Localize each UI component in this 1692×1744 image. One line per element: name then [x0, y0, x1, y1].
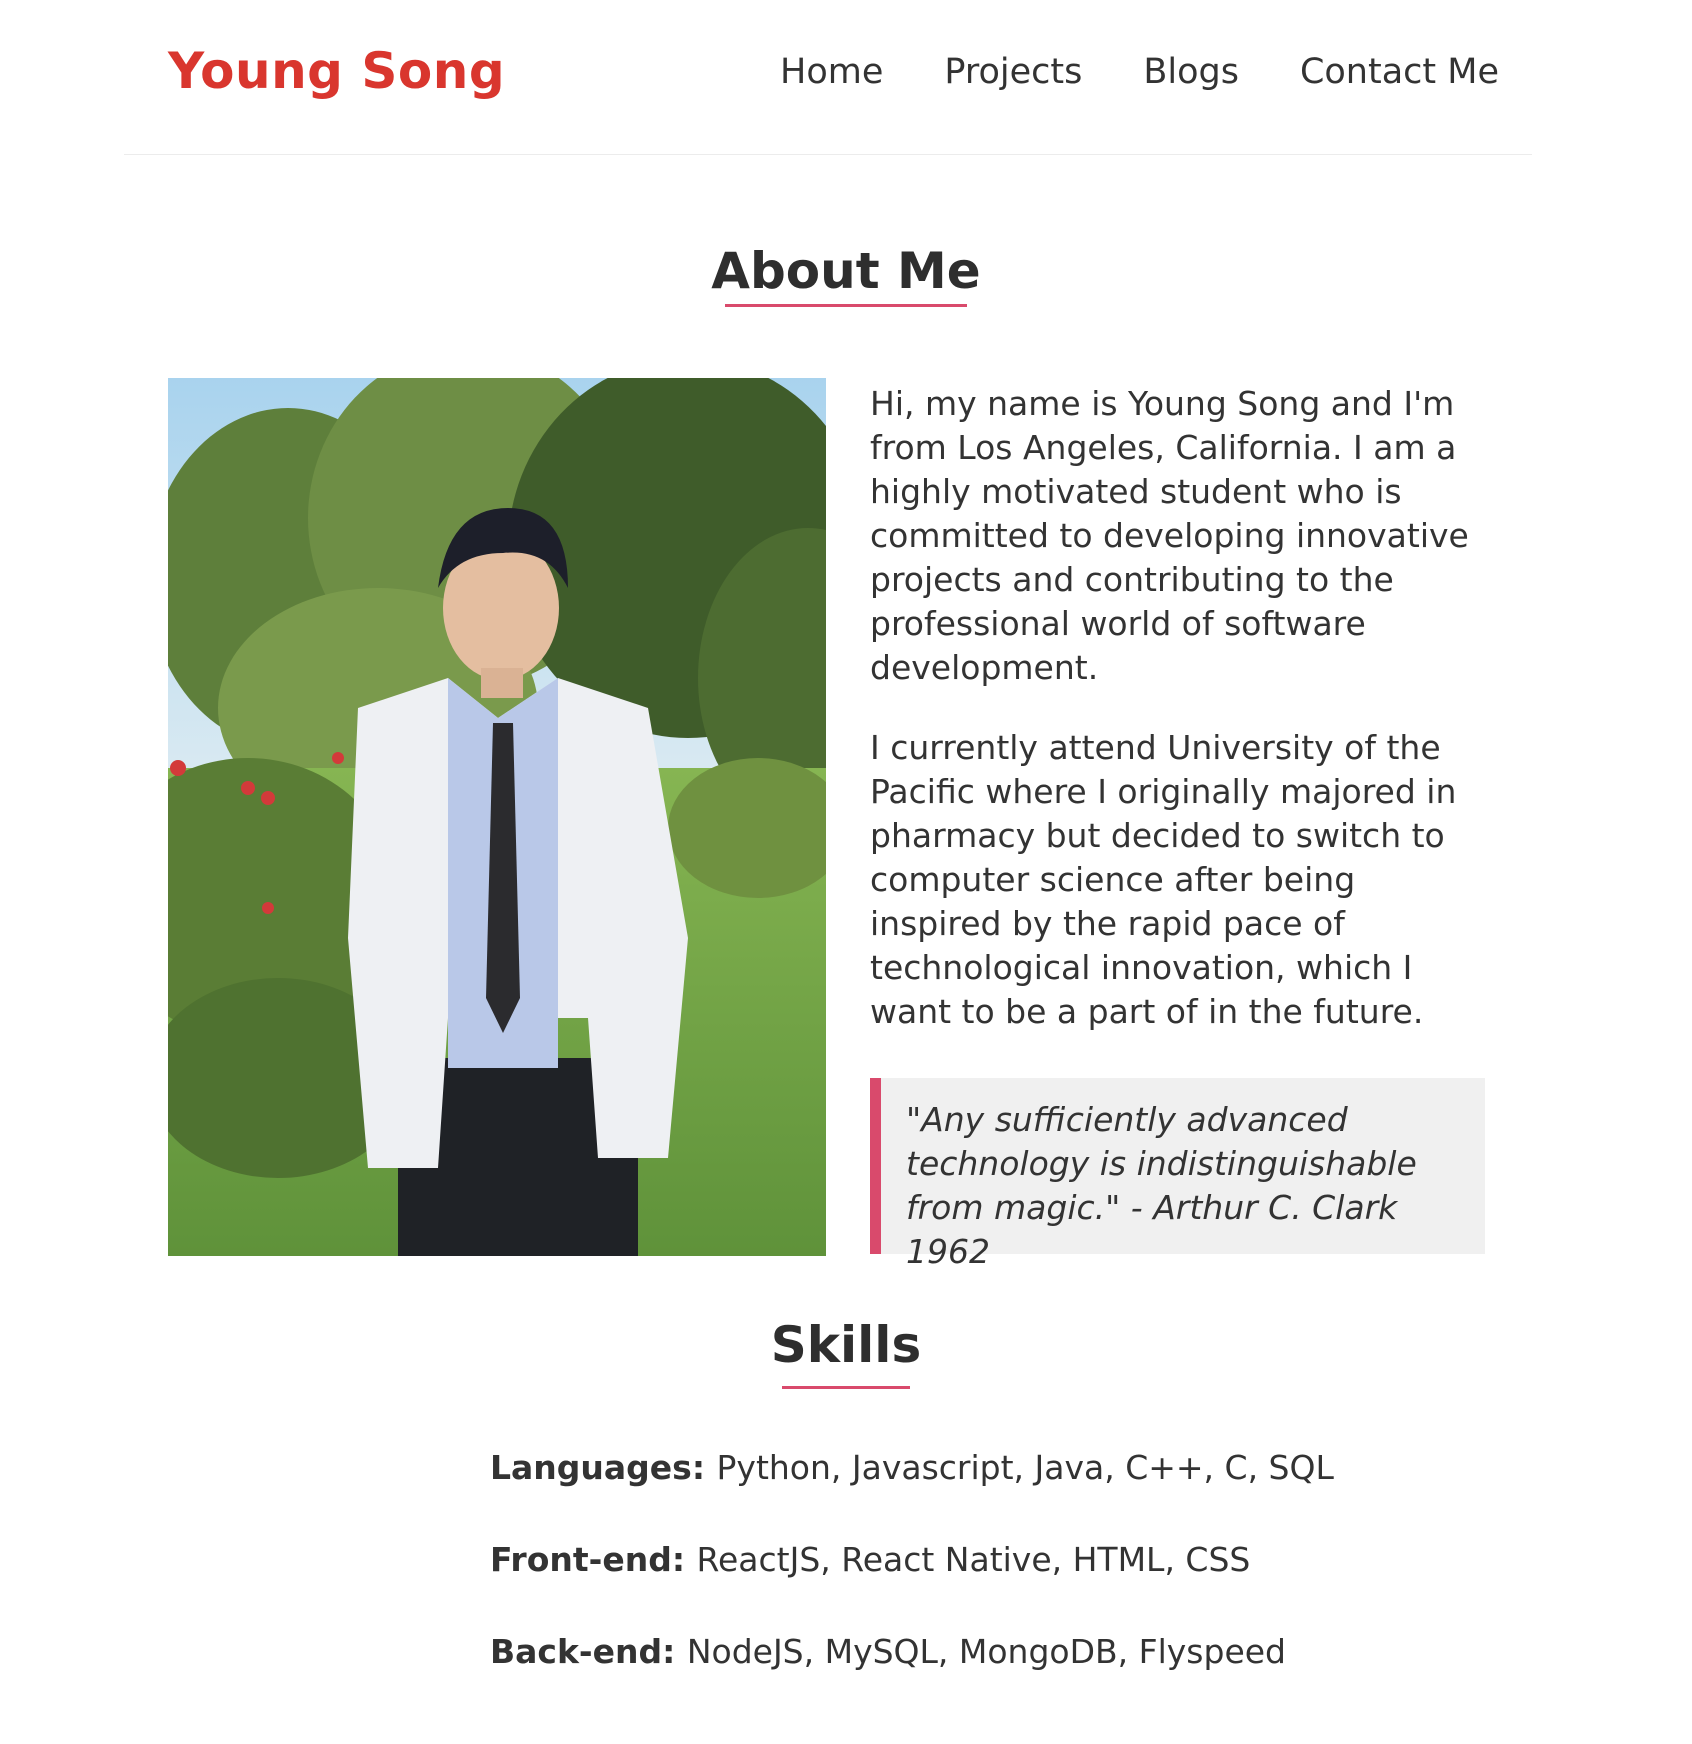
about-heading-wrap: About Me — [0, 242, 1692, 307]
profile-photo — [168, 378, 826, 1256]
skills-heading-wrap: Skills — [0, 1316, 1692, 1389]
skills-list: Languages: Python, Javascript, Java, C++… — [490, 1448, 1390, 1724]
nav-home[interactable]: Home — [780, 52, 883, 92]
about-paragraph-1: Hi, my name is Young Song and I'm from L… — [870, 384, 1469, 687]
nav-contact-me[interactable]: Contact Me — [1300, 52, 1499, 92]
skill-row-back-end: Back-end: NodeJS, MySQL, MongoDB, Flyspe… — [490, 1632, 1390, 1724]
skill-row-languages: Languages: Python, Javascript, Java, C++… — [490, 1448, 1390, 1540]
skills-heading: Skills — [770, 1316, 922, 1374]
about-heading: About Me — [711, 242, 981, 300]
site-logo[interactable]: Young Song — [168, 42, 505, 100]
skill-label: Back-end: — [490, 1632, 687, 1671]
about-heading-underline — [725, 304, 967, 307]
about-paragraph-2: I currently attend University of the Pac… — [870, 728, 1457, 1031]
skill-label: Languages: — [490, 1448, 717, 1487]
nav-projects[interactable]: Projects — [944, 52, 1082, 92]
skill-value: ReactJS, React Native, HTML, CSS — [696, 1540, 1251, 1579]
skill-row-front-end: Front-end: ReactJS, React Native, HTML, … — [490, 1540, 1390, 1632]
nav-blogs[interactable]: Blogs — [1143, 52, 1239, 92]
main-nav: Home Projects Blogs Contact Me — [780, 52, 1499, 92]
skill-label: Front-end: — [490, 1540, 697, 1579]
quote-block: "Any sufficiently advanced technology is… — [870, 1078, 1485, 1271]
page: Young Song Home Projects Blogs Contact M… — [0, 0, 1692, 1744]
skill-value: Python, Javascript, Java, C++, C, SQL — [716, 1448, 1334, 1487]
skill-value: NodeJS, MySQL, MongoDB, Flyspeed — [686, 1632, 1287, 1671]
about-text: Hi, my name is Young Song and I'm from L… — [870, 382, 1490, 1070]
profile-photo-illustration — [168, 378, 826, 1256]
skills-heading-underline — [782, 1386, 910, 1389]
site-header: Young Song Home Projects Blogs Contact M… — [124, 0, 1532, 155]
